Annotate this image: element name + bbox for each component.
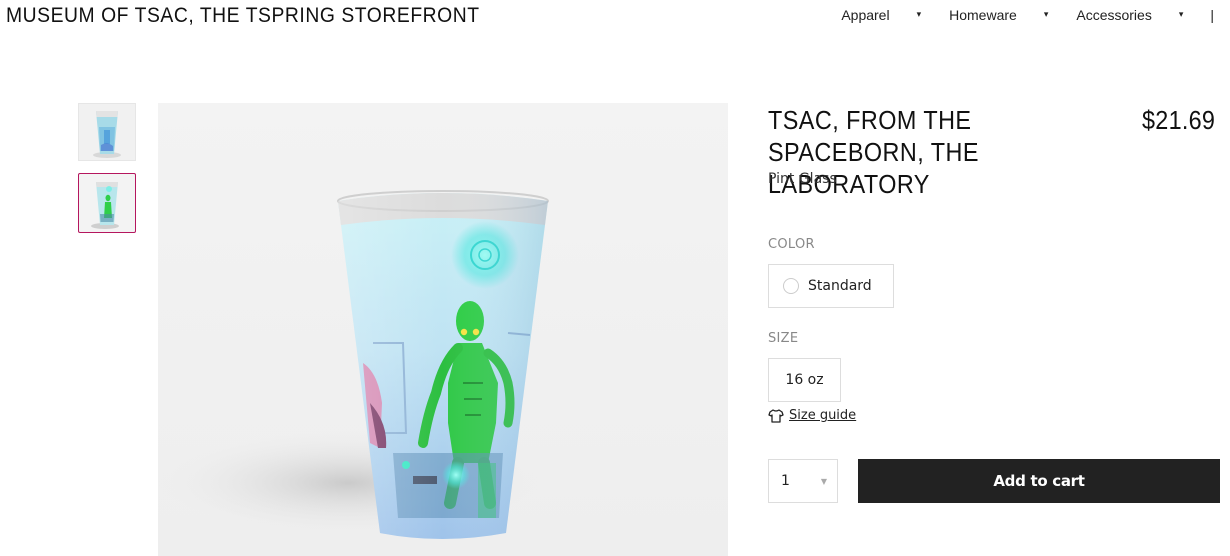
tshirt-icon — [768, 408, 784, 423]
caret-down-icon: ▾ — [916, 8, 922, 19]
color-option-standard[interactable]: Standard — [768, 264, 894, 308]
nav-item-label: Homeware — [949, 7, 1017, 23]
nav-item-homeware[interactable]: Homeware ▾ — [949, 7, 1076, 23]
color-option-label: Standard — [808, 278, 872, 294]
store-title[interactable]: MUSEUM OF TSAC, THE TSPRING STOREFRONT — [6, 4, 480, 28]
chevron-down-icon: ▼ — [820, 476, 827, 486]
size-guide-label: Size guide — [789, 408, 857, 423]
quantity-select[interactable]: 1 ▼ — [768, 459, 838, 503]
size-guide-link[interactable]: Size guide — [768, 408, 856, 423]
size-option-16oz[interactable]: 16 oz — [768, 358, 841, 402]
main-nav: Apparel ▾ Homeware ▾ Accessories ▾ | — [841, 7, 1214, 23]
quantity-value: 1 — [781, 473, 790, 489]
glass-alien-thumbnail-image — [91, 182, 119, 229]
nav-item-label: Accessories — [1076, 7, 1152, 23]
thumbnail-glass-front[interactable] — [78, 103, 136, 161]
caret-down-icon: ▾ — [1043, 8, 1049, 19]
product-type: Pint Glass — [768, 171, 837, 187]
product-page: MUSEUM OF TSAC, THE TSPRING STOREFRONT A… — [0, 0, 1230, 556]
size-option-label: 16 oz — [785, 372, 824, 388]
glass-front-thumbnail-image — [93, 111, 121, 158]
caret-down-icon: ▾ — [1178, 8, 1184, 19]
nav-separator: | — [1210, 7, 1214, 23]
nav-item-accessories[interactable]: Accessories ▾ — [1076, 7, 1211, 23]
add-to-cart-button[interactable]: Add to cart — [858, 459, 1220, 503]
radio-icon — [783, 278, 799, 294]
main-product-image[interactable] — [158, 103, 728, 556]
thumbnail-glass-alien[interactable] — [78, 173, 136, 233]
pint-glass-image — [158, 103, 728, 556]
product-price: $21.69 — [1142, 105, 1216, 135]
color-label: COLOR — [768, 237, 815, 252]
nav-item-apparel[interactable]: Apparel ▾ — [841, 7, 949, 23]
nav-item-label: Apparel — [841, 7, 890, 23]
size-label: SIZE — [768, 331, 799, 346]
